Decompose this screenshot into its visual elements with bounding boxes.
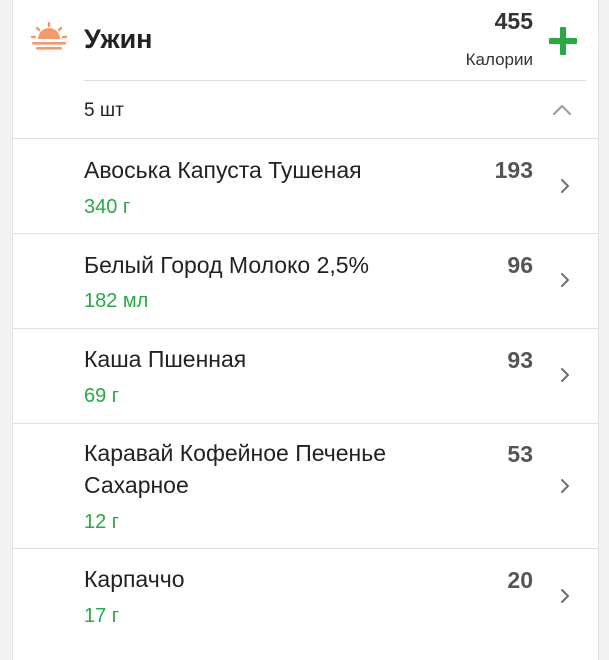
food-name: Каша Пшенная — [84, 346, 247, 372]
food-calories: 193 — [494, 157, 533, 183]
food-name: Каравай Кофейное Печенье Сахарное — [84, 440, 386, 498]
total-calories: 455 — [494, 8, 533, 34]
food-item[interactable]: Карпаччо 17 г 20 — [13, 549, 598, 643]
chevron-right-icon — [561, 273, 569, 287]
calories-label: Калории — [465, 50, 533, 69]
meal-header: Ужин 455 Калории — [13, 0, 598, 80]
food-amount: 17 г — [84, 605, 120, 627]
food-amount: 182 мл — [84, 290, 149, 312]
items-count: 5 шт — [84, 100, 124, 121]
food-item[interactable]: Каравай Кофейное Печенье Сахарное 12 г 5… — [13, 424, 598, 548]
food-amount: 340 г — [84, 196, 131, 218]
food-item[interactable]: Каша Пшенная 69 г 93 — [13, 329, 598, 423]
food-name: Авоська Капуста Тушеная — [84, 157, 362, 183]
plus-icon — [549, 27, 577, 55]
chevron-up-icon[interactable] — [552, 102, 572, 116]
chevron-right-icon — [561, 179, 569, 193]
chevron-right-icon — [561, 479, 569, 493]
chevron-right-icon — [561, 589, 569, 603]
meal-card: Ужин 455 Калории 5 шт Авоська Капуста Ту… — [12, 0, 599, 660]
food-amount: 12 г — [84, 511, 120, 533]
sunset-icon — [31, 22, 67, 50]
items-summary-row[interactable]: 5 шт — [13, 81, 598, 138]
food-item[interactable]: Белый Город Молоко 2,5% 182 мл 96 — [13, 234, 598, 328]
food-calories: 53 — [507, 441, 533, 467]
food-item[interactable]: Авоська Капуста Тушеная 340 г 193 — [13, 139, 598, 233]
food-calories: 96 — [507, 252, 533, 278]
food-amount: 69 г — [84, 385, 120, 407]
food-name: Белый Город Молоко 2,5% — [84, 252, 370, 278]
meal-title: Ужин — [84, 24, 153, 54]
food-name: Карпаччо — [84, 566, 185, 592]
food-calories: 93 — [507, 347, 533, 373]
food-calories: 20 — [507, 567, 533, 593]
chevron-right-icon — [561, 368, 569, 382]
add-food-button[interactable] — [546, 24, 580, 58]
